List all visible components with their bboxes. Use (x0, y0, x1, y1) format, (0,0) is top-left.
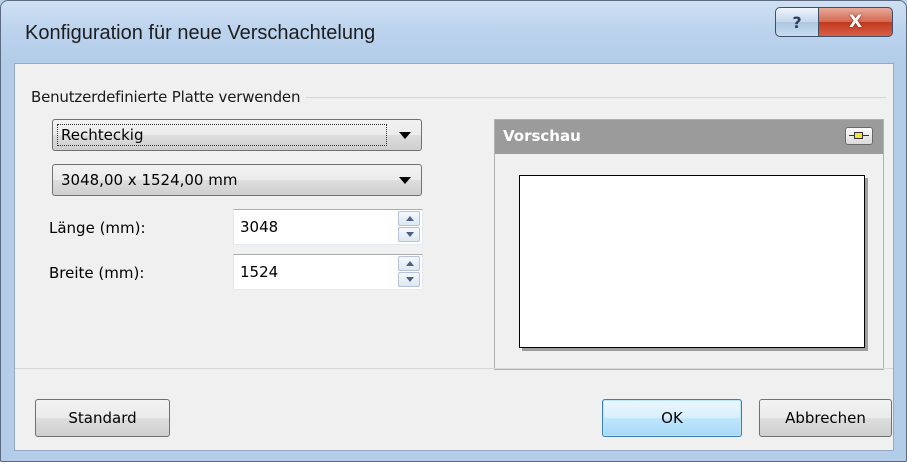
width-increment-button[interactable] (398, 256, 420, 271)
chevron-down-icon (399, 177, 411, 184)
length-decrement-button[interactable] (398, 227, 420, 242)
help-icon: ? (792, 12, 802, 32)
help-button[interactable]: ? (775, 7, 819, 37)
arrow-down-icon (406, 232, 414, 237)
shape-select[interactable]: Rechteckig (52, 119, 422, 151)
dialog-window: Konfiguration für neue Verschachtelung ?… (0, 0, 907, 462)
sheet-preview (519, 175, 865, 348)
group-label: Benutzerdefinierte Platte verwenden (31, 88, 307, 106)
arrow-up-icon (406, 216, 414, 221)
size-select[interactable]: 3048,00 x 1524,00 mm (52, 164, 422, 196)
title-bar[interactable]: Konfiguration für neue Verschachtelung ?… (1, 1, 906, 65)
arrow-up-icon (406, 261, 414, 266)
length-label: Länge (mm): (49, 219, 146, 237)
preview-title: Vorschau (503, 127, 581, 145)
window-title: Konfiguration für neue Verschachtelung (25, 22, 376, 44)
width-spinner[interactable]: 1524 (233, 254, 423, 290)
chevron-down-icon (399, 132, 411, 139)
length-value[interactable]: 3048 (240, 218, 278, 236)
close-icon: X (848, 12, 863, 32)
shape-select-value: Rechteckig (61, 126, 144, 144)
length-spin-buttons (398, 211, 420, 243)
size-select-value: 3048,00 x 1524,00 mm (61, 171, 238, 189)
pin-button[interactable] (845, 127, 873, 145)
dialog-client-area: Benutzerdefinierte Platte verwenden Rech… (14, 63, 894, 451)
ok-button[interactable]: OK (602, 399, 742, 437)
width-spin-buttons (398, 256, 420, 288)
arrow-down-icon (406, 277, 414, 282)
standard-button[interactable]: Standard (35, 399, 170, 437)
width-decrement-button[interactable] (398, 272, 420, 287)
close-button[interactable]: X (818, 7, 893, 37)
width-label: Breite (mm): (49, 264, 145, 282)
preview-panel: Vorschau (494, 119, 884, 370)
length-spinner[interactable]: 3048 (233, 209, 423, 245)
preview-header: Vorschau (495, 120, 883, 154)
width-value[interactable]: 1524 (240, 263, 278, 281)
pin-icon-body (854, 132, 863, 139)
length-increment-button[interactable] (398, 211, 420, 226)
cancel-button[interactable]: Abbrechen (759, 399, 892, 437)
button-divider (15, 368, 893, 369)
